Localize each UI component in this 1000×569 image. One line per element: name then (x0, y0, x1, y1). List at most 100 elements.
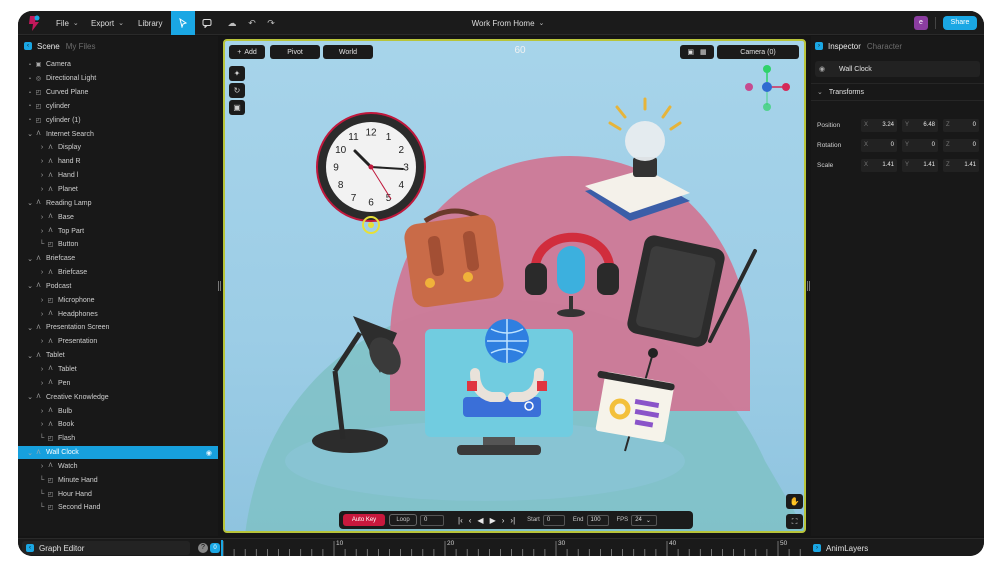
3d-viewport[interactable]: 12 1 2 3 4 5 6 7 8 9 10 11 + Add Pivot W… (223, 39, 806, 533)
graph-editor-tab[interactable]: ‹ Graph Editor (22, 541, 190, 555)
tree-item[interactable]: ⌄ Λ Internet Search (18, 127, 218, 141)
scene-render[interactable]: 12 1234567891011 (225, 41, 806, 533)
add-button[interactable]: + Add (229, 45, 265, 59)
transform-y-input[interactable]: Y 1.41 (902, 158, 938, 172)
tree-item[interactable]: • ◎ Directional Light (18, 72, 218, 86)
tree-item[interactable]: › Λ Display (18, 141, 218, 155)
collapse-panel-icon[interactable]: › (813, 544, 821, 552)
loop-button[interactable]: Loop (389, 514, 417, 526)
tree-item[interactable]: › Λ Base (18, 210, 218, 224)
chevron-right-icon[interactable]: › (38, 380, 46, 387)
checker-icon[interactable]: ▦ (700, 48, 707, 56)
cloud-icon[interactable]: ☁ (225, 11, 239, 35)
tree-item[interactable]: ⌄ Λ Presentation Screen (18, 321, 218, 335)
app-logo-icon[interactable] (26, 11, 42, 35)
project-title[interactable]: Work From Home ⌄ (418, 11, 598, 35)
selected-object-name[interactable]: Wall Clock (839, 66, 872, 73)
tab-scene[interactable]: Scene (37, 42, 60, 51)
tree-item[interactable]: › Λ Headphones (18, 307, 218, 321)
hand-pan-icon[interactable]: ✋ (786, 494, 803, 509)
tree-item[interactable]: ⌄ Λ Wall Clock ◉ (18, 445, 218, 460)
chevron-right-icon[interactable]: › (38, 463, 46, 470)
tree-item[interactable]: › Λ Watch (18, 459, 218, 473)
menu-export[interactable]: Export ⌄ (91, 11, 124, 35)
current-frame-input[interactable]: 0 (420, 514, 444, 526)
tree-item[interactable]: ⌄ Λ Reading Lamp (18, 196, 218, 210)
chevron-down-icon[interactable]: ⌄ (26, 352, 34, 360)
chevron-down-icon[interactable]: ⌄ (26, 393, 34, 401)
transform-z-input[interactable]: Z0 (943, 118, 979, 132)
chevron-right-icon[interactable]: › (38, 172, 46, 179)
tree-item[interactable]: › Λ Tablet (18, 363, 218, 377)
transform-gizmo-icon[interactable]: ✦ (229, 66, 245, 81)
redo-icon[interactable]: ↷ (264, 11, 278, 35)
collapse-panel-icon[interactable]: › (815, 42, 823, 50)
tree-item[interactable]: › Λ Hand l (18, 169, 218, 183)
scale-tool-icon[interactable]: ▣ (229, 100, 245, 115)
tree-item[interactable]: └ ◰ Minute Hand (18, 473, 218, 487)
avatar[interactable]: e (914, 16, 928, 30)
collapse-panel-icon[interactable]: ‹ (26, 544, 34, 552)
step-back-icon[interactable]: ‹ (469, 516, 472, 525)
chevron-down-icon[interactable]: ⌄ (26, 255, 34, 263)
tree-item[interactable]: ⌄ Λ Creative Knowledge (18, 390, 218, 404)
tree-item[interactable]: › Λhand R (18, 155, 218, 169)
transform-x-input[interactable]: X0 (861, 138, 897, 152)
rotate-tool-icon[interactable]: ↻ (229, 83, 245, 98)
comment-button[interactable] (198, 11, 216, 35)
chevron-down-icon[interactable]: ⌄ (26, 449, 34, 457)
tree-item[interactable]: ⌄ Λ Tablet (18, 349, 218, 363)
tree-item[interactable]: └ ◰ Button (18, 238, 218, 252)
tab-inspector[interactable]: Inspector (828, 42, 861, 51)
panel-resize-handle[interactable] (807, 281, 810, 291)
timeline-ruler[interactable]: ? 0 10 20 30 40 50 (198, 539, 808, 556)
step-forward-icon[interactable]: › (502, 516, 505, 525)
fullscreen-icon[interactable]: ⛶ (786, 514, 803, 529)
tree-item[interactable]: › Λ Planet (18, 183, 218, 197)
chevron-down-icon[interactable]: ⌄ (26, 282, 34, 290)
chevron-right-icon[interactable]: › (38, 408, 46, 415)
skip-start-icon[interactable]: |‹ (458, 516, 463, 525)
tree-item[interactable]: ⌄ Λ Podcast (18, 280, 218, 294)
panel-resize-handle[interactable] (218, 281, 221, 291)
tree-item[interactable]: └ ◰ Flash (18, 432, 218, 446)
camera-select[interactable]: Camera (0) (717, 45, 799, 59)
tree-item[interactable]: › ◰ Microphone (18, 293, 218, 307)
tree-item[interactable]: • ◰ Curved Plane (18, 86, 218, 100)
chevron-right-icon[interactable]: › (38, 158, 46, 165)
start-frame-input[interactable]: 0 (542, 514, 565, 526)
tree-item[interactable]: └ ◰ Hour Hand (18, 487, 218, 501)
axis-gizmo[interactable] (740, 63, 792, 115)
chevron-right-icon[interactable]: › (38, 144, 46, 151)
auto-key-button[interactable]: Auto Key (343, 514, 385, 526)
pivot-button[interactable]: Pivot (270, 45, 320, 59)
play-reverse-icon[interactable]: ◀ (477, 516, 483, 525)
chevron-down-icon[interactable]: ⌄ (26, 130, 34, 138)
end-frame-input[interactable]: 100 (586, 514, 609, 526)
briefcase[interactable] (403, 208, 506, 309)
transform-x-input[interactable]: X 3.24 (861, 118, 897, 132)
chevron-right-icon[interactable]: › (38, 214, 46, 221)
tab-character[interactable]: Character (867, 42, 902, 51)
transforms-section-header[interactable]: ⌄ Transforms (811, 83, 984, 101)
tree-item[interactable]: • ◰ cylinder (1) (18, 113, 218, 127)
help-button[interactable]: ? (198, 543, 208, 553)
cube-icon[interactable]: ▣ (687, 48, 694, 56)
skip-end-icon[interactable]: ›| (510, 516, 515, 525)
world-button[interactable]: World (323, 45, 373, 59)
play-icon[interactable]: ▶ (490, 516, 496, 525)
tree-item[interactable]: › Λ Presentation (18, 335, 218, 349)
chevron-right-icon[interactable]: › (38, 311, 46, 318)
tree-item[interactable]: • ◰ cylinder (18, 100, 218, 114)
tree-item[interactable]: › Λ Bulb (18, 404, 218, 418)
undo-icon[interactable]: ↶ (245, 11, 259, 35)
animlayers-tab[interactable]: › AnimLayers (813, 541, 868, 555)
selected-object-row[interactable]: ◉ Wall Clock (815, 61, 980, 77)
wall-clock[interactable]: 12 1234567891011 (316, 112, 426, 234)
tab-my-files[interactable]: My Files (66, 42, 96, 51)
transform-y-input[interactable]: Y 6.48 (902, 118, 938, 132)
transform-z-input[interactable]: Z0 (943, 138, 979, 152)
fps-select[interactable]: 24 ⌄ (631, 514, 658, 526)
tree-item[interactable]: ⌄ Λ Briefcase (18, 252, 218, 266)
chevron-right-icon[interactable]: › (38, 297, 46, 304)
